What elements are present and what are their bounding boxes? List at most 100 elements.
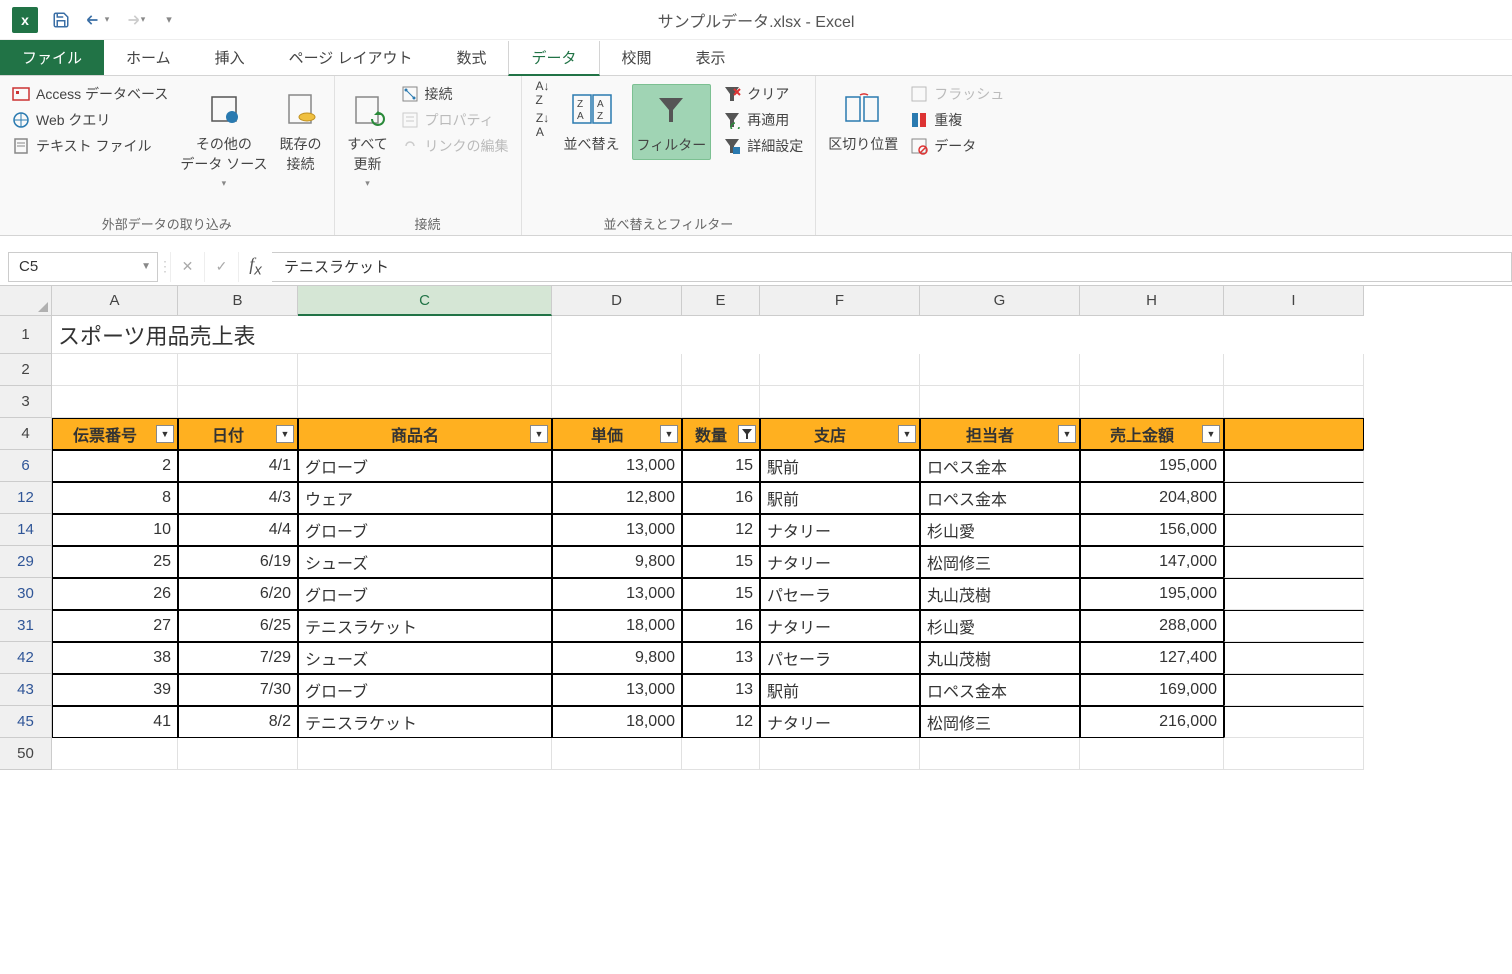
formula-input[interactable]: テニスラケット [272,252,1512,282]
cell-slip[interactable]: 10 [52,514,178,546]
filter-dropdown-button[interactable]: ▼ [898,425,916,443]
cell[interactable] [1080,738,1224,770]
cancel-formula-button[interactable]: ✕ [170,252,204,282]
cell[interactable] [552,354,682,386]
sort-asc-button[interactable]: A↓Z [534,84,552,102]
cell[interactable] [1224,610,1364,642]
cell-store[interactable]: ナタリー [760,546,920,578]
cell-product[interactable]: グローブ [298,450,552,482]
cell[interactable] [682,354,760,386]
cell[interactable] [1224,514,1364,546]
cell-amount[interactable]: 195,000 [1080,578,1224,610]
save-button[interactable] [48,7,74,33]
cell-price[interactable]: 13,000 [552,450,682,482]
column-header-B[interactable]: B [178,286,298,316]
cell-staff[interactable]: ロペス金本 [920,674,1080,706]
column-header-H[interactable]: H [1080,286,1224,316]
cell[interactable] [52,386,178,418]
filter-dropdown-button[interactable]: ▼ [530,425,548,443]
column-header-D[interactable]: D [552,286,682,316]
cell-product[interactable]: テニスラケット [298,706,552,738]
cell-product[interactable]: グローブ [298,514,552,546]
from-text-button[interactable]: テキスト ファイル [12,136,168,156]
tab-review[interactable]: 校閲 [600,40,674,75]
cell-qty[interactable]: 15 [682,578,760,610]
cell-product[interactable]: シューズ [298,546,552,578]
column-header-A[interactable]: A [52,286,178,316]
cell-store[interactable]: パセーラ [760,642,920,674]
row-header[interactable]: 1 [0,316,52,354]
table-header[interactable]: 数量 [682,418,760,450]
tab-page-layout[interactable]: ページ レイアウト [267,40,435,75]
cell[interactable] [1224,578,1364,610]
cell-date[interactable]: 6/19 [178,546,298,578]
cell-staff[interactable]: ロペス金本 [920,482,1080,514]
column-header-I[interactable]: I [1224,286,1364,316]
cell-price[interactable]: 18,000 [552,706,682,738]
other-sources-button[interactable]: その他の データ ソース▾ [180,84,267,189]
cell[interactable] [178,354,298,386]
title-cell[interactable]: スポーツ用品売上表 [52,316,552,354]
name-box[interactable]: C5▼ [8,252,158,282]
cell[interactable] [298,354,552,386]
cell-staff[interactable]: 丸山茂樹 [920,578,1080,610]
reapply-button[interactable]: 再適用 [723,110,803,130]
sort-button[interactable]: ZAAZ 並べ替え [564,84,620,154]
tab-file[interactable]: ファイル [0,40,104,75]
row-header[interactable]: 30 [0,578,52,610]
cell[interactable] [1224,482,1364,514]
row-header[interactable]: 50 [0,738,52,770]
cell-staff[interactable]: 松岡修三 [920,706,1080,738]
cell-date[interactable]: 7/29 [178,642,298,674]
sort-desc-button[interactable]: Z↓A [534,116,552,134]
cell-staff[interactable]: 杉山愛 [920,610,1080,642]
from-access-button[interactable]: Access データベース [12,84,168,104]
cell-store[interactable]: ナタリー [760,514,920,546]
cell[interactable] [52,738,178,770]
cell[interactable] [1224,642,1364,674]
column-header-G[interactable]: G [920,286,1080,316]
cell-slip[interactable]: 2 [52,450,178,482]
cell[interactable] [920,738,1080,770]
cell-store[interactable]: 駅前 [760,674,920,706]
confirm-formula-button[interactable]: ✓ [204,252,238,282]
cell-amount[interactable]: 156,000 [1080,514,1224,546]
cell-qty[interactable]: 16 [682,610,760,642]
row-header[interactable]: 2 [0,354,52,386]
tab-view[interactable]: 表示 [674,40,748,75]
qat-customize-button[interactable]: ▾ [156,7,182,33]
cell[interactable] [1080,354,1224,386]
filter-button[interactable]: フィルター [632,84,712,160]
cell-qty[interactable]: 15 [682,546,760,578]
row-header[interactable]: 12 [0,482,52,514]
row-header[interactable]: 45 [0,706,52,738]
cell[interactable] [298,738,552,770]
row-header[interactable]: 42 [0,642,52,674]
table-header[interactable]: 伝票番号▼ [52,418,178,450]
cell-price[interactable]: 12,800 [552,482,682,514]
text-to-columns-button[interactable]: 区切り位置 [828,84,898,154]
cell-store[interactable]: 駅前 [760,482,920,514]
cell-date[interactable]: 6/25 [178,610,298,642]
flash-fill-button[interactable]: フラッシュ [910,84,1004,104]
cell[interactable] [760,386,920,418]
cell-slip[interactable]: 39 [52,674,178,706]
cell[interactable] [552,738,682,770]
cell[interactable] [178,386,298,418]
column-header-E[interactable]: E [682,286,760,316]
table-header[interactable]: 支店▼ [760,418,920,450]
cell[interactable] [920,386,1080,418]
cell[interactable] [1224,546,1364,578]
cell-product[interactable]: グローブ [298,578,552,610]
cell-price[interactable]: 9,800 [552,642,682,674]
existing-connections-button[interactable]: 既存の 接続 [280,84,322,174]
data-validation-button[interactable]: データ [910,136,1004,156]
cell[interactable] [682,738,760,770]
cell[interactable] [1224,354,1364,386]
cell-store[interactable]: パセーラ [760,578,920,610]
tab-data[interactable]: データ [508,41,599,76]
cell[interactable] [760,354,920,386]
cell-staff[interactable]: 松岡修三 [920,546,1080,578]
cell-price[interactable]: 13,000 [552,578,682,610]
cell-staff[interactable]: ロペス金本 [920,450,1080,482]
